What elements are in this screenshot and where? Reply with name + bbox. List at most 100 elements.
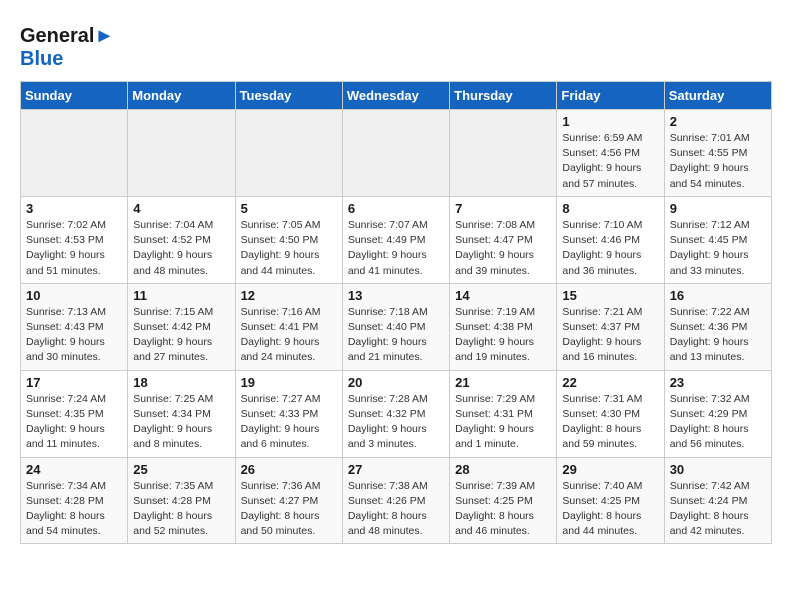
- calendar-table: SundayMondayTuesdayWednesdayThursdayFrid…: [20, 81, 772, 544]
- day-number: 25: [133, 462, 229, 477]
- day-info: Sunrise: 7:21 AM Sunset: 4:37 PM Dayligh…: [562, 305, 658, 366]
- calendar-day-cell: 7 Sunrise: 7:08 AM Sunset: 4:47 PM Daylig…: [450, 196, 557, 283]
- day-info: Sunrise: 7:28 AM Sunset: 4:32 PM Dayligh…: [348, 392, 444, 453]
- calendar-day-cell: 1 Sunrise: 6:59 AM Sunset: 4:56 PM Daylig…: [557, 110, 664, 197]
- day-info: Sunrise: 7:05 AM Sunset: 4:50 PM Dayligh…: [241, 218, 337, 279]
- day-number: 23: [670, 375, 766, 390]
- day-info: Sunrise: 7:25 AM Sunset: 4:34 PM Dayligh…: [133, 392, 229, 453]
- calendar-day-cell: 5 Sunrise: 7:05 AM Sunset: 4:50 PM Daylig…: [235, 196, 342, 283]
- calendar-header-sunday: Sunday: [21, 82, 128, 110]
- calendar-day-cell: 12 Sunrise: 7:16 AM Sunset: 4:41 PM Dayli…: [235, 283, 342, 370]
- day-info: Sunrise: 7:08 AM Sunset: 4:47 PM Dayligh…: [455, 218, 551, 279]
- calendar-day-cell: 19 Sunrise: 7:27 AM Sunset: 4:33 PM Dayli…: [235, 370, 342, 457]
- calendar-day-cell: [235, 110, 342, 197]
- day-info: Sunrise: 7:16 AM Sunset: 4:41 PM Dayligh…: [241, 305, 337, 366]
- day-number: 16: [670, 288, 766, 303]
- header: General► Blue: [20, 20, 772, 71]
- calendar-week-row: 1 Sunrise: 6:59 AM Sunset: 4:56 PM Daylig…: [21, 110, 772, 197]
- calendar-day-cell: 4 Sunrise: 7:04 AM Sunset: 4:52 PM Daylig…: [128, 196, 235, 283]
- day-info: Sunrise: 7:38 AM Sunset: 4:26 PM Dayligh…: [348, 479, 444, 540]
- day-number: 2: [670, 114, 766, 129]
- calendar-week-row: 24 Sunrise: 7:34 AM Sunset: 4:28 PM Dayli…: [21, 457, 772, 544]
- day-info: Sunrise: 7:22 AM Sunset: 4:36 PM Dayligh…: [670, 305, 766, 366]
- calendar-day-cell: 16 Sunrise: 7:22 AM Sunset: 4:36 PM Dayli…: [664, 283, 771, 370]
- day-number: 3: [26, 201, 122, 216]
- day-number: 6: [348, 201, 444, 216]
- day-number: 11: [133, 288, 229, 303]
- day-number: 26: [241, 462, 337, 477]
- calendar-header-thursday: Thursday: [450, 82, 557, 110]
- day-number: 7: [455, 201, 551, 216]
- day-info: Sunrise: 7:35 AM Sunset: 4:28 PM Dayligh…: [133, 479, 229, 540]
- day-number: 8: [562, 201, 658, 216]
- calendar-header-monday: Monday: [128, 82, 235, 110]
- calendar-day-cell: 30 Sunrise: 7:42 AM Sunset: 4:24 PM Dayli…: [664, 457, 771, 544]
- day-info: Sunrise: 7:01 AM Sunset: 4:55 PM Dayligh…: [670, 131, 766, 192]
- day-number: 5: [241, 201, 337, 216]
- calendar-day-cell: 27 Sunrise: 7:38 AM Sunset: 4:26 PM Dayli…: [342, 457, 449, 544]
- calendar-day-cell: 20 Sunrise: 7:28 AM Sunset: 4:32 PM Dayli…: [342, 370, 449, 457]
- day-info: Sunrise: 7:10 AM Sunset: 4:46 PM Dayligh…: [562, 218, 658, 279]
- calendar-day-cell: [342, 110, 449, 197]
- calendar-day-cell: 24 Sunrise: 7:34 AM Sunset: 4:28 PM Dayli…: [21, 457, 128, 544]
- day-info: Sunrise: 7:04 AM Sunset: 4:52 PM Dayligh…: [133, 218, 229, 279]
- day-number: 12: [241, 288, 337, 303]
- calendar-day-cell: 13 Sunrise: 7:18 AM Sunset: 4:40 PM Dayli…: [342, 283, 449, 370]
- calendar-day-cell: 6 Sunrise: 7:07 AM Sunset: 4:49 PM Daylig…: [342, 196, 449, 283]
- calendar-day-cell: 15 Sunrise: 7:21 AM Sunset: 4:37 PM Dayli…: [557, 283, 664, 370]
- calendar-header-saturday: Saturday: [664, 82, 771, 110]
- calendar-day-cell: 2 Sunrise: 7:01 AM Sunset: 4:55 PM Daylig…: [664, 110, 771, 197]
- day-info: Sunrise: 7:31 AM Sunset: 4:30 PM Dayligh…: [562, 392, 658, 453]
- day-number: 20: [348, 375, 444, 390]
- calendar-day-cell: 11 Sunrise: 7:15 AM Sunset: 4:42 PM Dayli…: [128, 283, 235, 370]
- calendar-day-cell: 8 Sunrise: 7:10 AM Sunset: 4:46 PM Daylig…: [557, 196, 664, 283]
- calendar-week-row: 10Sunrise: 7:13 AM Sunset: 4:43 PM Dayli…: [21, 283, 772, 370]
- day-number: 22: [562, 375, 658, 390]
- calendar-header-row: SundayMondayTuesdayWednesdayThursdayFrid…: [21, 82, 772, 110]
- day-number: 29: [562, 462, 658, 477]
- day-info: Sunrise: 7:02 AM Sunset: 4:53 PM Dayligh…: [26, 218, 122, 279]
- day-number: 15: [562, 288, 658, 303]
- day-info: Sunrise: 7:42 AM Sunset: 4:24 PM Dayligh…: [670, 479, 766, 540]
- calendar-day-cell: 14Sunrise: 7:19 AM Sunset: 4:38 PM Dayli…: [450, 283, 557, 370]
- day-info: Sunrise: 7:13 AM Sunset: 4:43 PM Dayligh…: [26, 305, 122, 366]
- calendar-day-cell: 10Sunrise: 7:13 AM Sunset: 4:43 PM Dayli…: [21, 283, 128, 370]
- day-info: Sunrise: 7:27 AM Sunset: 4:33 PM Dayligh…: [241, 392, 337, 453]
- day-number: 1: [562, 114, 658, 129]
- day-number: 24: [26, 462, 122, 477]
- day-info: Sunrise: 7:19 AM Sunset: 4:38 PM Dayligh…: [455, 305, 551, 366]
- day-info: Sunrise: 7:36 AM Sunset: 4:27 PM Dayligh…: [241, 479, 337, 540]
- calendar-week-row: 17Sunrise: 7:24 AM Sunset: 4:35 PM Dayli…: [21, 370, 772, 457]
- page: General► Blue SundayMondayTuesdayWednesd…: [0, 0, 792, 554]
- day-number: 30: [670, 462, 766, 477]
- day-info: Sunrise: 7:34 AM Sunset: 4:28 PM Dayligh…: [26, 479, 122, 540]
- calendar-header-wednesday: Wednesday: [342, 82, 449, 110]
- day-info: Sunrise: 7:12 AM Sunset: 4:45 PM Dayligh…: [670, 218, 766, 279]
- logo-text: General► Blue: [20, 25, 114, 71]
- day-number: 18: [133, 375, 229, 390]
- day-info: Sunrise: 7:24 AM Sunset: 4:35 PM Dayligh…: [26, 392, 122, 453]
- calendar-day-cell: [21, 110, 128, 197]
- calendar-day-cell: 18 Sunrise: 7:25 AM Sunset: 4:34 PM Dayli…: [128, 370, 235, 457]
- calendar-day-cell: 3 Sunrise: 7:02 AM Sunset: 4:53 PM Daylig…: [21, 196, 128, 283]
- day-number: 4: [133, 201, 229, 216]
- day-info: Sunrise: 7:15 AM Sunset: 4:42 PM Dayligh…: [133, 305, 229, 366]
- calendar-week-row: 3 Sunrise: 7:02 AM Sunset: 4:53 PM Daylig…: [21, 196, 772, 283]
- calendar-header-friday: Friday: [557, 82, 664, 110]
- calendar-day-cell: 29 Sunrise: 7:40 AM Sunset: 4:25 PM Dayli…: [557, 457, 664, 544]
- day-number: 13: [348, 288, 444, 303]
- day-number: 27: [348, 462, 444, 477]
- day-info: Sunrise: 7:40 AM Sunset: 4:25 PM Dayligh…: [562, 479, 658, 540]
- day-info: Sunrise: 7:18 AM Sunset: 4:40 PM Dayligh…: [348, 305, 444, 366]
- day-number: 21: [455, 375, 551, 390]
- day-info: Sunrise: 6:59 AM Sunset: 4:56 PM Dayligh…: [562, 131, 658, 192]
- calendar-day-cell: 25 Sunrise: 7:35 AM Sunset: 4:28 PM Dayli…: [128, 457, 235, 544]
- calendar-header-tuesday: Tuesday: [235, 82, 342, 110]
- logo: General► Blue: [20, 25, 114, 71]
- calendar-day-cell: 28Sunrise: 7:39 AM Sunset: 4:25 PM Dayli…: [450, 457, 557, 544]
- day-info: Sunrise: 7:07 AM Sunset: 4:49 PM Dayligh…: [348, 218, 444, 279]
- day-number: 9: [670, 201, 766, 216]
- calendar-day-cell: 21Sunrise: 7:29 AM Sunset: 4:31 PM Dayli…: [450, 370, 557, 457]
- day-number: 19: [241, 375, 337, 390]
- day-number: 28: [455, 462, 551, 477]
